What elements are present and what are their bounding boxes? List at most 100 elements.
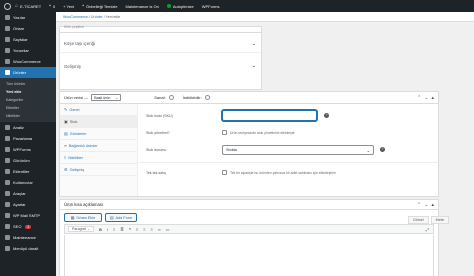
tab-shipping[interactable]: ▤ Gönderim <box>60 128 137 140</box>
tab-label: Gönderim <box>69 131 87 136</box>
megaphone-icon <box>5 136 10 141</box>
wrench-icon <box>5 191 10 196</box>
comments-count: 0 <box>52 3 56 9</box>
tab-inventory[interactable]: ▣ Stok <box>60 116 137 128</box>
sidebar-item-tools[interactable]: Araçlar <box>0 188 56 199</box>
link-icon[interactable]: ∞ <box>158 227 161 232</box>
bullet-list-icon[interactable]: ≡ <box>113 227 115 232</box>
downloadable-checkbox[interactable] <box>204 95 210 100</box>
sidebar-item-label: Görünüm <box>13 158 30 163</box>
maintenance-link[interactable]: Maintenance is On <box>121 4 162 9</box>
format-value: Paragraf <box>72 227 86 231</box>
sidebar-collapse-menu[interactable]: Menüyü daralt <box>0 243 56 254</box>
submenu-add-new[interactable]: Yeni ekle <box>0 88 56 96</box>
sidebar-item-comments[interactable]: Yorumlar <box>0 45 56 56</box>
sidebar-item-analytics[interactable]: Analiz <box>0 122 56 133</box>
product-type-value: Basit ürün <box>94 95 111 100</box>
short-description-editor[interactable] <box>64 235 434 276</box>
help-icon[interactable]: ? <box>324 113 329 118</box>
panel-corner-content[interactable]: Köşe taşı içeriği ⌄ <box>60 35 261 53</box>
sidebar-item-products[interactable]: Ürünler <box>0 67 56 78</box>
sidebar-item-woocommerce[interactable]: WooCommerce <box>0 56 56 67</box>
sidebar-item-posts[interactable]: Yazılar <box>0 12 56 23</box>
quote-icon[interactable]: ❝ <box>129 227 131 232</box>
site-name-link[interactable]: ⌂ E-TİCARET <box>11 3 45 9</box>
chevron-down-icon[interactable]: ⌄ <box>252 63 256 69</box>
wordpress-logo-icon[interactable] <box>4 2 11 10</box>
tab-linked-products[interactable]: ∞ Bağlantılı ürünler <box>60 140 137 152</box>
bold-icon[interactable]: B <box>99 227 102 232</box>
tab-label: Bağlantılı ürünler <box>68 143 98 148</box>
move-up-icon[interactable]: ⌃ <box>417 202 421 208</box>
panel-advanced[interactable]: Gelişmiş ⌄ <box>60 57 261 75</box>
stock-status-select[interactable]: Stokta ⌄ <box>222 145 374 155</box>
fullscreen-icon[interactable]: ⤢ <box>426 227 429 232</box>
seo-badge: 2 <box>25 224 32 229</box>
sidebar-item-wp-mail-smtp[interactable]: WP Mail SMTP <box>0 210 56 221</box>
form-icon <box>5 147 10 152</box>
sidebar-item-label: SEO <box>13 224 22 229</box>
chevron-down-icon: ⌄ <box>366 147 370 153</box>
new-content-link[interactable]: + Yeni <box>59 4 78 9</box>
sidebar-item-wpforms[interactable]: WPForms <box>0 144 56 155</box>
submenu-all-products[interactable]: Tüm ürünler <box>0 80 56 88</box>
product-type-select[interactable]: Basit ürün ⌄ <box>91 94 122 101</box>
tab-attributes[interactable]: ≡ Nitelikler <box>60 152 137 164</box>
sidebar-item-media[interactable]: Ortam <box>0 23 56 34</box>
move-down-icon[interactable]: ⌄ <box>424 95 428 101</box>
tab-general[interactable]: ✎ Genel <box>60 104 137 116</box>
media-icon: ▦ <box>70 216 75 220</box>
autoptimize-link[interactable]: Autoptimize <box>163 4 198 9</box>
submenu-attributes[interactable]: Nitelikler <box>0 112 56 120</box>
breadcrumb-products[interactable]: Ürünler <box>91 15 103 19</box>
tab-label: Gelişmiş <box>69 167 85 172</box>
sidebar-item-users[interactable]: Kullanıcılar <box>0 177 56 188</box>
panel-cover[interactable]: Kitle çeşitleri <box>60 21 261 33</box>
sidebar-item-settings[interactable]: Ayarlar <box>0 199 56 210</box>
chevron-down-icon[interactable]: ⌄ <box>252 41 256 47</box>
breadcrumb-separator: / <box>88 15 90 19</box>
align-center-icon[interactable]: ≡ <box>143 227 145 232</box>
submenu-categories[interactable]: Kategoriler <box>0 96 56 104</box>
collapse-toggle-icon[interactable]: ▴ <box>431 202 434 208</box>
sidebar-item-appearance[interactable]: Görünüm <box>0 155 56 166</box>
sidebar-item-maintenance[interactable]: Maintenance <box>0 232 56 243</box>
add-media-button[interactable]: ▦ Ortam Ekle <box>64 213 102 222</box>
sidebar-item-pages[interactable]: Sayfalar <box>0 34 56 45</box>
sidebar-item-seo[interactable]: SEO 2 <box>0 221 56 232</box>
sold-individually-checkbox[interactable] <box>222 170 227 175</box>
align-left-icon[interactable]: ≡ <box>136 227 138 232</box>
virtual-checkbox[interactable] <box>168 95 174 100</box>
comments-link[interactable]: ▪ 0 <box>45 3 59 9</box>
tab-text[interactable]: Metin <box>430 216 450 224</box>
align-right-icon[interactable]: ≡ <box>151 227 153 232</box>
maintenance-label: Maintenance is On <box>125 3 159 9</box>
collapse-toggle-icon[interactable]: ▴ <box>431 95 434 101</box>
sidebar-item-plugins[interactable]: Eklentiler <box>0 166 56 177</box>
more-icon[interactable]: ▭ <box>166 227 170 232</box>
sidebar-item-label: Kullanıcılar <box>13 180 33 185</box>
add-form-button[interactable]: ▤ Add Form <box>105 213 137 222</box>
move-up-icon[interactable]: ⌃ <box>417 95 421 101</box>
sidebar-item-label: WooCommerce <box>13 59 41 64</box>
sidebar-item-marketing[interactable]: Pazarlama <box>0 133 56 144</box>
sku-input[interactable] <box>222 110 317 121</box>
editor-toolbar: Paragraf ⌄ B I ≡ ≣ ❝ ≡ ≡ ≡ ∞ ▭ ⤢ <box>64 224 434 234</box>
move-down-icon[interactable]: ⌄ <box>424 202 428 208</box>
format-select[interactable]: Paragraf ⌄ <box>68 226 94 232</box>
mail-icon <box>5 213 10 218</box>
tab-advanced[interactable]: ⚙ Gelişmiş <box>60 164 137 176</box>
chevron-down-icon: ⌄ <box>86 227 90 231</box>
clear-cache-link[interactable]: ▪ Önbelleği Temizle <box>78 3 121 9</box>
help-icon[interactable]: ? <box>380 147 385 152</box>
box-controls: ⌃ ⌄ ▴ <box>417 95 434 101</box>
sold-individually-description: Tek bir siparişte bu üründen yalnızca bi… <box>230 171 336 175</box>
numbered-list-icon[interactable]: ≣ <box>120 227 123 232</box>
submenu-tags[interactable]: Etiketler <box>0 104 56 112</box>
wpforms-link[interactable]: WPForms <box>198 4 224 9</box>
breadcrumb-woocommerce[interactable]: WooCommerce <box>63 15 88 19</box>
tab-visual[interactable]: Görsel <box>408 216 429 224</box>
box-icon: ▣ <box>64 119 68 124</box>
manage-stock-checkbox[interactable] <box>222 130 227 135</box>
italic-icon[interactable]: I <box>107 227 108 232</box>
